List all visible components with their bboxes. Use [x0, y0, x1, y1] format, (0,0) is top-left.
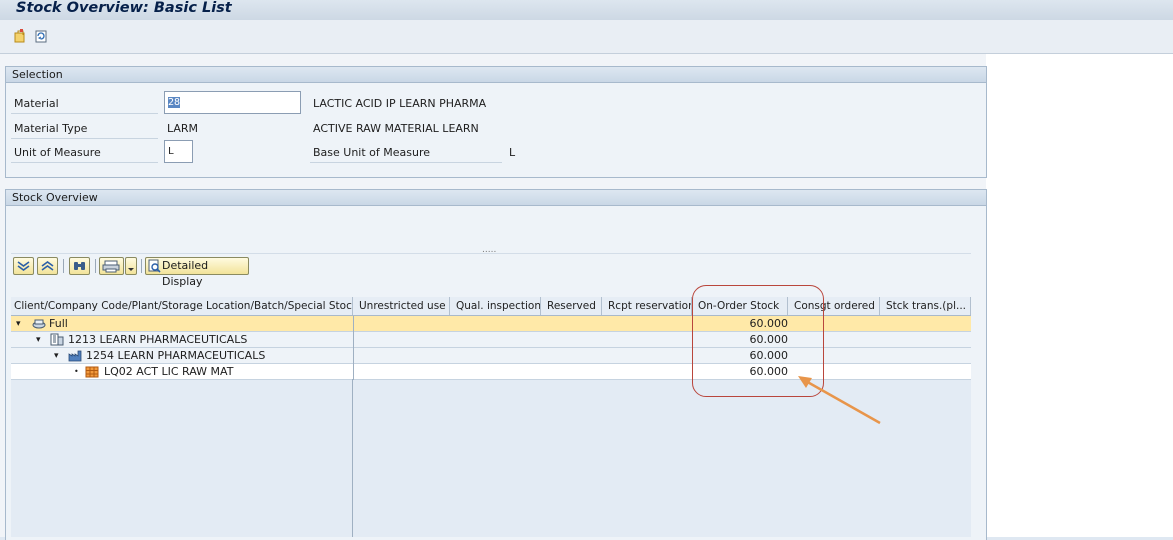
toolbar-separator — [141, 259, 142, 273]
row-label: 1254 LEARN PHARMACEUTICALS — [86, 349, 266, 362]
expand-all-icon — [17, 261, 30, 271]
page-title: Stock Overview: Basic List — [16, 0, 232, 16]
base-uom-value: L — [509, 146, 516, 159]
print-dropdown-button[interactable] — [125, 257, 137, 275]
print-icon — [102, 260, 120, 273]
row-label: 1213 LEARN PHARMACEUTICALS — [68, 333, 248, 346]
uom-label: Unit of Measure — [14, 146, 101, 159]
material-description: LACTIC ACID IP LEARN PHARMA — [313, 97, 487, 110]
annotation-arrow-icon — [798, 376, 881, 425]
material-value: 28 — [168, 97, 181, 108]
splitter-handle[interactable]: ..... — [482, 245, 496, 255]
row-values — [353, 316, 971, 332]
client-icon — [32, 319, 46, 329]
column-divider — [352, 379, 353, 537]
column-header-unrestricted[interactable]: Unrestricted use — [353, 297, 450, 315]
row-label-cell: ▾ 1254 LEARN PHARMACEUTICALS — [11, 348, 353, 364]
toolbar-separator — [63, 259, 64, 273]
column-header-qual-inspection[interactable]: Qual. inspection — [450, 297, 541, 315]
material-type-label: Material Type — [14, 122, 88, 135]
table-row[interactable]: ▾ 1213 LEARN PHARMACEUTICALS 60.000 — [11, 332, 971, 348]
grid-header: Client/Company Code/Plant/Storage Locati… — [11, 297, 971, 316]
application-toolbar — [0, 20, 1173, 54]
row-label: LQ02 ACT LIC RAW MAT — [104, 365, 234, 378]
material-type-description: ACTIVE RAW MATERIAL LEARN — [313, 122, 479, 135]
expander-icon[interactable]: ▾ — [36, 332, 41, 348]
new-document-icon[interactable] — [13, 29, 27, 43]
uom-input[interactable]: L — [164, 140, 193, 163]
detailed-display-icon — [148, 259, 161, 273]
right-empty-area — [986, 54, 1173, 537]
print-button[interactable] — [99, 257, 124, 275]
detailed-display-label: Detailed Display — [162, 259, 209, 288]
collapse-all-icon — [41, 261, 54, 271]
table-row[interactable]: ▾ 1254 LEARN PHARMACEUTICALS 60.000 — [11, 348, 971, 364]
column-header-hierarchy[interactable]: Client/Company Code/Plant/Storage Locati… — [11, 297, 353, 315]
selection-header: Selection — [6, 67, 986, 83]
divider — [11, 162, 158, 163]
material-label: Material — [14, 97, 59, 110]
detailed-display-button[interactable]: Detailed Display — [145, 257, 249, 288]
row-values — [353, 348, 971, 364]
refresh-icon[interactable] — [34, 29, 48, 43]
row-values — [353, 332, 971, 348]
stock-overview-header: Stock Overview — [6, 190, 986, 206]
material-type-value: LARM — [167, 122, 199, 135]
divider — [310, 162, 502, 163]
row-label-cell: ▾ 1213 LEARN PHARMACEUTICALS — [11, 332, 353, 348]
company-code-icon — [50, 333, 64, 346]
row-label-cell: ▾ Full — [11, 316, 353, 332]
table-row[interactable]: ▾ Full 60.000 — [11, 316, 971, 332]
title-bar: Stock Overview: Basic List — [0, 0, 1173, 20]
expander-icon[interactable]: ▾ — [16, 316, 21, 332]
divider — [11, 113, 158, 114]
collapse-all-button[interactable] — [37, 257, 58, 275]
material-input[interactable]: 28 — [164, 91, 301, 114]
base-uom-label: Base Unit of Measure — [313, 146, 431, 159]
storage-location-icon — [85, 366, 99, 378]
print-dropdown-icon — [128, 268, 134, 271]
leaf-marker-icon: • — [74, 367, 79, 376]
expander-icon[interactable]: ▾ — [54, 348, 59, 364]
row-label: Full — [49, 317, 68, 330]
find-icon — [74, 262, 85, 270]
column-header-rcpt-reservation[interactable]: Rcpt reservation — [602, 297, 692, 315]
row-label-cell: • LQ02 ACT LIC RAW MAT — [11, 364, 353, 380]
column-header-reserved[interactable]: Reserved — [541, 297, 602, 315]
plant-icon — [68, 350, 82, 362]
find-button[interactable] — [69, 257, 90, 275]
column-header-stock-transfer[interactable]: Stck trans.(pl... — [880, 297, 971, 315]
toolbar-separator — [95, 259, 96, 273]
divider — [11, 138, 158, 139]
expand-all-button[interactable] — [13, 257, 34, 275]
